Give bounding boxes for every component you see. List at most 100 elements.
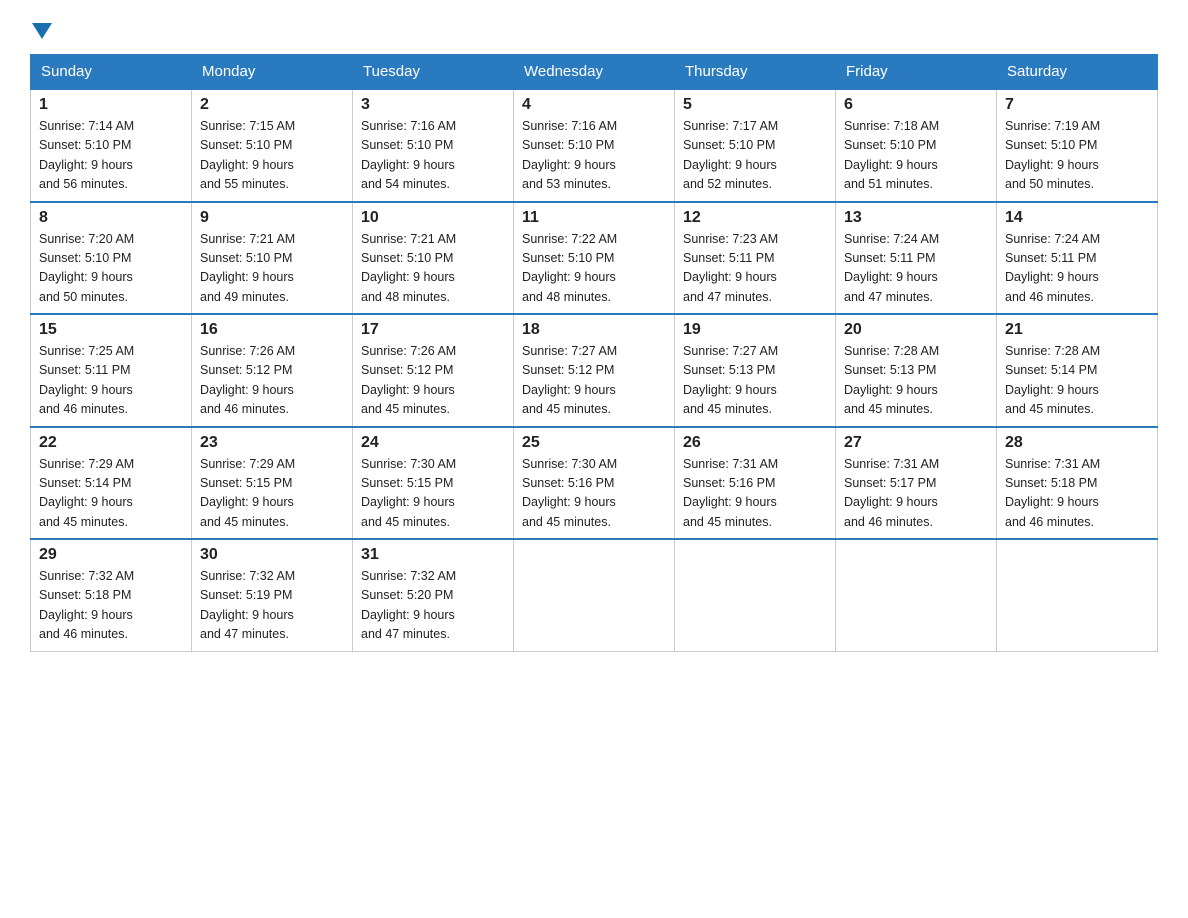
- day-info-25: Sunrise: 7:30 AMSunset: 5:16 PMDaylight:…: [522, 455, 666, 533]
- day-number-19: 19: [683, 321, 827, 339]
- day-info-15: Sunrise: 7:25 AMSunset: 5:11 PMDaylight:…: [39, 342, 183, 420]
- day-number-29: 29: [39, 546, 183, 564]
- day-cell-11: 11 Sunrise: 7:22 AMSunset: 5:10 PMDayligh…: [514, 202, 675, 315]
- day-number-7: 7: [1005, 96, 1149, 114]
- day-number-20: 20: [844, 321, 988, 339]
- day-cell-23: 23 Sunrise: 7:29 AMSunset: 5:15 PMDayligh…: [192, 427, 353, 540]
- logo-arrow-icon: [32, 23, 52, 39]
- day-number-9: 9: [200, 209, 344, 227]
- day-number-1: 1: [39, 96, 183, 114]
- day-cell-26: 26 Sunrise: 7:31 AMSunset: 5:16 PMDayligh…: [675, 427, 836, 540]
- week-row-1: 1 Sunrise: 7:14 AMSunset: 5:10 PMDaylight…: [31, 89, 1158, 202]
- day-info-31: Sunrise: 7:32 AMSunset: 5:20 PMDaylight:…: [361, 567, 505, 645]
- day-number-6: 6: [844, 96, 988, 114]
- week-row-3: 15 Sunrise: 7:25 AMSunset: 5:11 PMDayligh…: [31, 314, 1158, 427]
- day-cell-3: 3 Sunrise: 7:16 AMSunset: 5:10 PMDaylight…: [353, 89, 514, 202]
- empty-cell: [514, 539, 675, 651]
- day-number-25: 25: [522, 434, 666, 452]
- day-cell-15: 15 Sunrise: 7:25 AMSunset: 5:11 PMDayligh…: [31, 314, 192, 427]
- day-number-15: 15: [39, 321, 183, 339]
- day-info-29: Sunrise: 7:32 AMSunset: 5:18 PMDaylight:…: [39, 567, 183, 645]
- day-info-23: Sunrise: 7:29 AMSunset: 5:15 PMDaylight:…: [200, 455, 344, 533]
- day-cell-1: 1 Sunrise: 7:14 AMSunset: 5:10 PMDaylight…: [31, 89, 192, 202]
- day-info-19: Sunrise: 7:27 AMSunset: 5:13 PMDaylight:…: [683, 342, 827, 420]
- day-cell-17: 17 Sunrise: 7:26 AMSunset: 5:12 PMDayligh…: [353, 314, 514, 427]
- day-cell-31: 31 Sunrise: 7:32 AMSunset: 5:20 PMDayligh…: [353, 539, 514, 651]
- day-number-17: 17: [361, 321, 505, 339]
- day-info-10: Sunrise: 7:21 AMSunset: 5:10 PMDaylight:…: [361, 230, 505, 308]
- week-row-5: 29 Sunrise: 7:32 AMSunset: 5:18 PMDayligh…: [31, 539, 1158, 651]
- day-number-2: 2: [200, 96, 344, 114]
- day-number-30: 30: [200, 546, 344, 564]
- day-cell-7: 7 Sunrise: 7:19 AMSunset: 5:10 PMDaylight…: [997, 89, 1158, 202]
- calendar-header-wednesday: Wednesday: [514, 55, 675, 90]
- day-number-28: 28: [1005, 434, 1149, 452]
- day-info-27: Sunrise: 7:31 AMSunset: 5:17 PMDaylight:…: [844, 455, 988, 533]
- day-number-8: 8: [39, 209, 183, 227]
- day-info-1: Sunrise: 7:14 AMSunset: 5:10 PMDaylight:…: [39, 117, 183, 195]
- day-cell-6: 6 Sunrise: 7:18 AMSunset: 5:10 PMDaylight…: [836, 89, 997, 202]
- day-info-7: Sunrise: 7:19 AMSunset: 5:10 PMDaylight:…: [1005, 117, 1149, 195]
- day-info-9: Sunrise: 7:21 AMSunset: 5:10 PMDaylight:…: [200, 230, 344, 308]
- day-cell-2: 2 Sunrise: 7:15 AMSunset: 5:10 PMDaylight…: [192, 89, 353, 202]
- logo: [30, 20, 54, 36]
- day-number-23: 23: [200, 434, 344, 452]
- day-cell-13: 13Sunrise: 7:24 AMSunset: 5:11 PMDayligh…: [836, 202, 997, 315]
- empty-cell: [675, 539, 836, 651]
- day-number-18: 18: [522, 321, 666, 339]
- day-number-3: 3: [361, 96, 505, 114]
- day-number-12: 12: [683, 209, 827, 227]
- day-info-5: Sunrise: 7:17 AMSunset: 5:10 PMDaylight:…: [683, 117, 827, 195]
- day-info-11: Sunrise: 7:22 AMSunset: 5:10 PMDaylight:…: [522, 230, 666, 308]
- week-row-4: 22Sunrise: 7:29 AMSunset: 5:14 PMDayligh…: [31, 427, 1158, 540]
- day-cell-30: 30 Sunrise: 7:32 AMSunset: 5:19 PMDayligh…: [192, 539, 353, 651]
- day-info-26: Sunrise: 7:31 AMSunset: 5:16 PMDaylight:…: [683, 455, 827, 533]
- day-info-2: Sunrise: 7:15 AMSunset: 5:10 PMDaylight:…: [200, 117, 344, 195]
- day-cell-20: 20 Sunrise: 7:28 AMSunset: 5:13 PMDayligh…: [836, 314, 997, 427]
- day-cell-21: 21 Sunrise: 7:28 AMSunset: 5:14 PMDayligh…: [997, 314, 1158, 427]
- day-cell-9: 9 Sunrise: 7:21 AMSunset: 5:10 PMDaylight…: [192, 202, 353, 315]
- header: [30, 20, 1158, 36]
- day-number-21: 21: [1005, 321, 1149, 339]
- calendar-header-sunday: Sunday: [31, 55, 192, 90]
- day-number-16: 16: [200, 321, 344, 339]
- day-number-31: 31: [361, 546, 505, 564]
- calendar-header-saturday: Saturday: [997, 55, 1158, 90]
- day-info-8: Sunrise: 7:20 AMSunset: 5:10 PMDaylight:…: [39, 230, 183, 308]
- day-cell-14: 14 Sunrise: 7:24 AMSunset: 5:11 PMDayligh…: [997, 202, 1158, 315]
- day-number-26: 26: [683, 434, 827, 452]
- day-info-28: Sunrise: 7:31 AMSunset: 5:18 PMDaylight:…: [1005, 455, 1149, 533]
- day-info-14: Sunrise: 7:24 AMSunset: 5:11 PMDaylight:…: [1005, 230, 1149, 308]
- day-number-14: 14: [1005, 209, 1149, 227]
- day-info-30: Sunrise: 7:32 AMSunset: 5:19 PMDaylight:…: [200, 567, 344, 645]
- day-info-16: Sunrise: 7:26 AMSunset: 5:12 PMDaylight:…: [200, 342, 344, 420]
- day-cell-10: 10Sunrise: 7:21 AMSunset: 5:10 PMDayligh…: [353, 202, 514, 315]
- day-info-20: Sunrise: 7:28 AMSunset: 5:13 PMDaylight:…: [844, 342, 988, 420]
- day-info-6: Sunrise: 7:18 AMSunset: 5:10 PMDaylight:…: [844, 117, 988, 195]
- day-cell-18: 18Sunrise: 7:27 AMSunset: 5:12 PMDayligh…: [514, 314, 675, 427]
- day-cell-19: 19 Sunrise: 7:27 AMSunset: 5:13 PMDayligh…: [675, 314, 836, 427]
- calendar-header-friday: Friday: [836, 55, 997, 90]
- empty-cell: [836, 539, 997, 651]
- day-number-13: 13: [844, 209, 988, 227]
- day-number-11: 11: [522, 209, 666, 227]
- day-info-17: Sunrise: 7:26 AMSunset: 5:12 PMDaylight:…: [361, 342, 505, 420]
- calendar-header-thursday: Thursday: [675, 55, 836, 90]
- day-cell-5: 5 Sunrise: 7:17 AMSunset: 5:10 PMDaylight…: [675, 89, 836, 202]
- day-number-22: 22: [39, 434, 183, 452]
- day-number-27: 27: [844, 434, 988, 452]
- day-number-5: 5: [683, 96, 827, 114]
- day-cell-25: 25 Sunrise: 7:30 AMSunset: 5:16 PMDayligh…: [514, 427, 675, 540]
- calendar-header-tuesday: Tuesday: [353, 55, 514, 90]
- day-cell-4: 4 Sunrise: 7:16 AMSunset: 5:10 PMDaylight…: [514, 89, 675, 202]
- calendar-header-monday: Monday: [192, 55, 353, 90]
- day-cell-24: 24Sunrise: 7:30 AMSunset: 5:15 PMDayligh…: [353, 427, 514, 540]
- day-cell-22: 22Sunrise: 7:29 AMSunset: 5:14 PMDayligh…: [31, 427, 192, 540]
- day-info-24: Sunrise: 7:30 AMSunset: 5:15 PMDaylight:…: [361, 455, 505, 533]
- day-info-21: Sunrise: 7:28 AMSunset: 5:14 PMDaylight:…: [1005, 342, 1149, 420]
- day-info-3: Sunrise: 7:16 AMSunset: 5:10 PMDaylight:…: [361, 117, 505, 195]
- empty-cell: [997, 539, 1158, 651]
- day-info-4: Sunrise: 7:16 AMSunset: 5:10 PMDaylight:…: [522, 117, 666, 195]
- day-cell-8: 8 Sunrise: 7:20 AMSunset: 5:10 PMDaylight…: [31, 202, 192, 315]
- day-number-4: 4: [522, 96, 666, 114]
